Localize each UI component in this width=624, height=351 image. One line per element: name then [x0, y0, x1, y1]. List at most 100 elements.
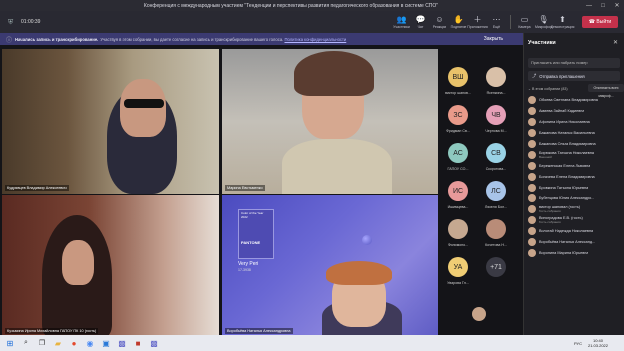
list-item[interactable]: Береженская Елена Львовна	[528, 160, 624, 171]
chat-button[interactable]: 💬 Чат	[411, 11, 430, 33]
sphere	[362, 235, 372, 245]
avatar[interactable]	[486, 219, 506, 239]
avatar	[528, 172, 536, 181]
privacy-link[interactable]: Политика конфиденциальности	[284, 37, 346, 42]
avatar[interactable]	[486, 67, 506, 87]
tile-name: Кудрявцев Владимир Алексеевич	[5, 185, 69, 191]
list-item[interactable]: Обоева Светлана Владимировна	[528, 95, 624, 106]
share-screen-button[interactable]: ⬆ Демонстрация	[551, 11, 575, 33]
raise-hand-button[interactable]: ✋ Поднятие	[449, 11, 468, 33]
avatar[interactable]: ЗС	[448, 105, 468, 125]
microphone-button[interactable]: 🎙 Микрофон	[534, 11, 553, 33]
list-item[interactable]: Бровкина Татьяна Юрьевна	[528, 182, 624, 193]
teams-icon[interactable]: ▩	[116, 337, 128, 349]
reactions-button[interactable]: ☺ Реакции	[430, 11, 449, 33]
more-icon: ⋯	[492, 15, 501, 24]
apps-icon: ＋	[473, 15, 482, 24]
clock[interactable]: 10:40 21.03.2022	[588, 338, 608, 348]
share-screen-icon: ⬆	[559, 15, 566, 24]
title-bar: Конференция с международным участием "Те…	[0, 0, 624, 11]
avatar	[528, 96, 536, 105]
list-item[interactable]: Афонина Ирина Николаевна	[528, 117, 624, 128]
maximize-button[interactable]: □	[596, 3, 610, 9]
video-tile-1[interactable]: Кудрявцев Владимир Алексеевич	[2, 49, 219, 194]
list-item[interactable]: виктор шаповал (гость) Гость собрания	[528, 204, 624, 215]
invite-input[interactable]: Пригласить или набрать номер	[528, 58, 620, 68]
avatar[interactable]: ЛС	[486, 181, 506, 201]
video-tile-2[interactable]: Марина Евстьменко	[222, 49, 438, 194]
task-view-icon[interactable]: ❐	[36, 337, 48, 349]
close-banner-button[interactable]: Закрыть	[484, 36, 503, 42]
avatar	[528, 150, 536, 159]
share-icon: ⤴	[532, 73, 537, 78]
list-item[interactable]: Волотай Надежда Николаевна	[528, 226, 624, 237]
avatar	[528, 107, 536, 116]
word-icon[interactable]: ▣	[100, 337, 112, 349]
reactions-icon: ☺	[435, 15, 444, 24]
list-item[interactable]: Бажанова Наталья Васильевна	[528, 128, 624, 139]
more-participants-button[interactable]: +71	[486, 257, 506, 277]
avatar[interactable]: АС	[448, 143, 468, 163]
avatar	[528, 118, 536, 127]
pantone-code: 17-3938	[238, 268, 251, 272]
chrome-icon[interactable]: ◉	[84, 337, 96, 349]
avatar[interactable]: ВШ	[448, 67, 468, 87]
video-tile-4[interactable]: Color of the Year 2022 PANTONE Very Peri …	[222, 195, 438, 337]
hair	[326, 261, 392, 285]
video-tile-3[interactable]: Кузьмина Ирина Михайловна ГАПОУ ПК 10 (г…	[2, 195, 219, 337]
toolbar-tools: 👥 Участники 💬 Чат ☺ Реакции ✋ Поднятие ＋ Прил…	[392, 11, 575, 33]
people-icon: 👥	[396, 15, 407, 24]
raise-hand-icon: ✋	[453, 15, 464, 24]
avatar	[528, 161, 536, 170]
share-invite-button[interactable]: ⤴ Отправка приглашения	[528, 71, 620, 81]
minimize-button[interactable]: —	[582, 3, 596, 9]
more-button[interactable]: ⋯ Ещё	[487, 11, 506, 33]
browser-icon[interactable]: ●	[68, 337, 80, 349]
avatar[interactable]	[448, 219, 468, 239]
folder-icon[interactable]: ▰	[52, 337, 64, 349]
recording-title: Начались запись и транскрибирование.	[15, 36, 99, 42]
person-face	[62, 240, 94, 285]
apps-button[interactable]: ＋ Приложения	[467, 11, 487, 33]
camera-button[interactable]: ▭ Камера	[515, 11, 534, 33]
panel-title: Участники	[528, 40, 556, 46]
avatar[interactable]: ИС	[448, 181, 468, 201]
list-item[interactable]: Виноградова Е.В. (гость) Гость собрания	[528, 215, 624, 226]
tile-name: Кузьмина Ирина Михайловна ГАПОУ ПК 10 (г…	[5, 328, 99, 334]
tile-name: Марина Евстьменко	[225, 185, 265, 191]
participant-list: Обоева Светлана Владимировна Амиева Зайн…	[528, 95, 624, 258]
list-item[interactable]: Воробьёва Наталья Александ...	[528, 237, 624, 248]
camera-icon: ▭	[520, 15, 529, 24]
person-figure	[282, 139, 392, 194]
avatar[interactable]: УА	[448, 257, 468, 277]
participants-button[interactable]: 👥 Участники	[392, 11, 411, 33]
glasses-icon	[124, 99, 164, 108]
close-icon[interactable]: ✕	[613, 39, 618, 46]
meeting-timer: 01:00:39	[21, 19, 41, 25]
avatar	[528, 216, 536, 225]
recording-text: Участвуя в этом собрании, вы даете согла…	[100, 36, 284, 42]
avatar[interactable]: СВ	[486, 143, 506, 163]
meeting-toolbar: ⛨ 01:00:39 👥 Участники 💬 Чат ☺ Реакции ✋ Под…	[0, 11, 624, 33]
pantone-card: Color of the Year 2022 PANTONE	[238, 209, 274, 259]
microphone-icon: 🎙	[538, 15, 549, 24]
list-item[interactable]: Бирюкова Татьяна Николаевна Внешний	[528, 149, 624, 160]
mute-all-button[interactable]: Отключить всех микроф...	[588, 84, 624, 98]
list-item[interactable]: Бубенцова Юлия Александро...	[528, 193, 624, 204]
leave-button[interactable]: ☎ Выйти	[582, 16, 618, 28]
windows-start-icon[interactable]: ⊞	[4, 337, 16, 349]
avatar[interactable]: ЧВ	[486, 105, 506, 125]
close-window-button[interactable]: ✕	[610, 2, 624, 9]
hair	[294, 51, 374, 96]
language-indicator[interactable]: РУС	[574, 341, 582, 346]
phone-icon: ☎	[588, 19, 597, 25]
search-icon[interactable]: ⌕	[20, 337, 32, 349]
teams-meeting-icon[interactable]: ▩	[148, 337, 160, 349]
app-icon[interactable]: ■	[132, 337, 144, 349]
list-item[interactable]: Богачева Елена Владимировна	[528, 171, 624, 182]
list-item[interactable]: Амиева Зайнаб Кадиевна	[528, 106, 624, 117]
list-item[interactable]: Бажанова Ольга Владимировна	[528, 139, 624, 150]
toolbar-divider	[510, 15, 511, 29]
list-item[interactable]: Воронина Марина Юрьевна	[528, 247, 624, 258]
self-view-avatar[interactable]	[472, 307, 486, 321]
